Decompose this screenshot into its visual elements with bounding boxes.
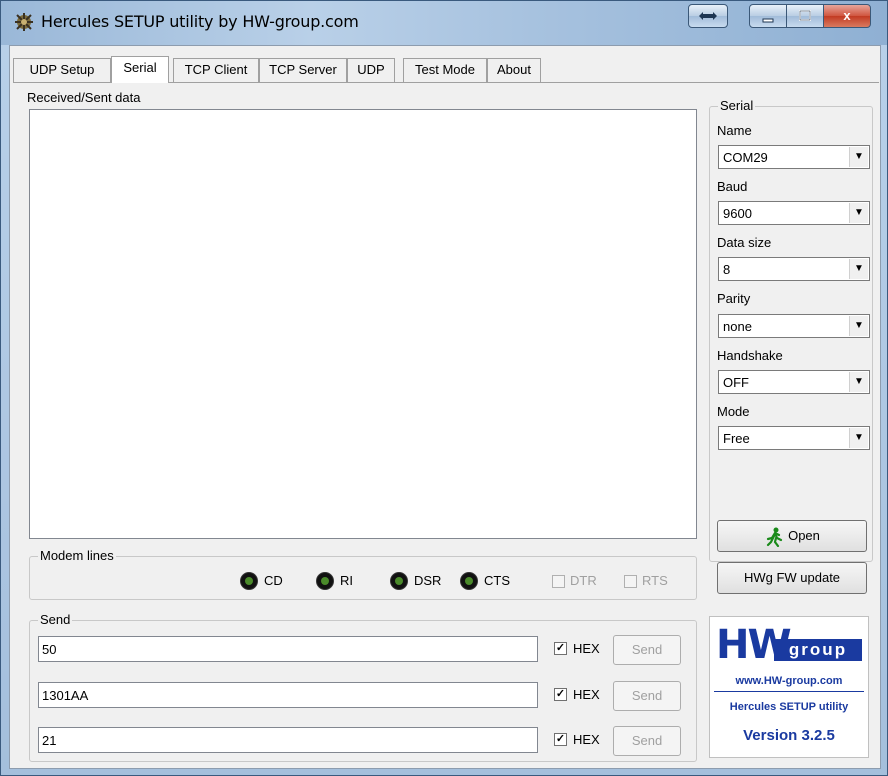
baud-label: Baud — [717, 179, 748, 194]
hex-label: HEX — [573, 641, 600, 656]
send-input-3[interactable]: 21 — [38, 727, 538, 753]
data-size-select[interactable]: 8 ▼ — [718, 257, 870, 281]
send-button-1[interactable]: Send — [613, 635, 681, 665]
minimize-icon — [762, 18, 774, 23]
send-input-1[interactable]: 50 — [38, 636, 538, 662]
swap-window-button[interactable] — [688, 4, 728, 28]
baud-select[interactable]: 9600 ▼ — [718, 201, 870, 225]
modem-lines-label: Modem lines — [38, 548, 116, 563]
modem-lines-groupbox: Modem lines — [29, 548, 697, 600]
tab-tcp-client[interactable]: TCP Client — [173, 58, 259, 82]
send-input-value: 50 — [42, 642, 57, 657]
tab-label: TCP Server — [269, 62, 337, 77]
tab-label: TCP Client — [184, 62, 248, 77]
tab-serial[interactable]: Serial — [111, 56, 169, 83]
open-label: Open — [788, 528, 820, 543]
cts-led-icon — [460, 572, 478, 590]
tab-label: UDP Setup — [29, 62, 95, 77]
chevron-down-icon[interactable]: ▼ — [849, 203, 868, 223]
mode-select[interactable]: Free ▼ — [718, 426, 870, 450]
send-button-3[interactable]: Send — [613, 726, 681, 756]
hercules-app-icon — [15, 13, 33, 31]
check-icon: ✓ — [555, 733, 566, 745]
dsr-label: DSR — [414, 573, 442, 588]
minimize-button[interactable] — [749, 4, 787, 28]
data-size-label: Data size — [717, 235, 772, 250]
tab-label: About — [497, 62, 531, 77]
cd-label: CD — [264, 573, 283, 588]
maximize-icon — [799, 10, 811, 21]
title-bar[interactable]: Hercules SETUP utility by HW-group.com x — [1, 1, 887, 45]
tab-about[interactable]: About — [487, 58, 541, 82]
chevron-down-icon[interactable]: ▼ — [849, 259, 868, 279]
rts-label: RTS — [642, 573, 668, 588]
send-input-2[interactable]: 1301AA — [38, 682, 538, 708]
chevron-down-icon[interactable]: ▼ — [849, 372, 868, 392]
tab-test-mode[interactable]: Test Mode — [403, 58, 487, 82]
received-sent-label: Received/Sent data — [27, 90, 141, 105]
tab-tcp-server[interactable]: TCP Server — [259, 58, 347, 82]
check-icon: ✓ — [555, 642, 566, 654]
tab-label: Serial — [123, 60, 157, 75]
tab-udp[interactable]: UDP — [347, 58, 395, 82]
send-input-value: 1301AA — [42, 688, 89, 703]
logo-url: www.HW-group.com — [735, 675, 843, 687]
double-arrow-icon — [699, 12, 717, 20]
data-size-value: 8 — [723, 262, 731, 277]
close-icon: x — [843, 8, 851, 23]
app-window: Hercules SETUP utility by HW-group.com x… — [0, 0, 888, 776]
send-group-label: Send — [38, 612, 73, 627]
cd-led-icon — [240, 572, 258, 590]
chevron-down-icon[interactable]: ▼ — [849, 147, 868, 167]
maximize-button[interactable] — [786, 4, 824, 28]
dtr-checkbox[interactable] — [552, 575, 565, 588]
handshake-select[interactable]: OFF ▼ — [718, 370, 870, 394]
handshake-label: Handshake — [717, 348, 783, 363]
hex-label: HEX — [573, 687, 600, 702]
mode-value: Free — [723, 431, 750, 446]
tab-label: UDP — [357, 62, 385, 77]
rts-checkbox[interactable] — [624, 575, 637, 588]
send-button-2[interactable]: Send — [613, 681, 681, 711]
hex-checkbox-1[interactable]: ✓ — [554, 642, 567, 655]
dsr-led-icon — [390, 572, 408, 590]
logo-version: Version 3.2.5 — [743, 727, 835, 744]
tab-udp-setup[interactable]: UDP Setup — [13, 58, 111, 82]
parity-value: none — [723, 319, 752, 334]
tab-label: Test Mode — [415, 62, 475, 77]
check-icon: ✓ — [555, 688, 566, 700]
open-button[interactable]: Open — [717, 520, 867, 552]
chevron-down-icon[interactable]: ▼ — [849, 316, 868, 336]
hwg-fw-update-button[interactable]: HWg FW update — [717, 562, 867, 594]
running-man-icon — [766, 527, 783, 547]
send-input-value: 21 — [42, 733, 57, 748]
received-sent-textarea[interactable] — [29, 109, 697, 539]
name-value: COM29 — [723, 150, 768, 165]
logo-divider — [714, 691, 864, 692]
parity-label: Parity — [717, 291, 751, 306]
logo-group: group — [774, 639, 862, 661]
baud-value: 9600 — [723, 206, 752, 221]
ri-led-icon — [316, 572, 334, 590]
serial-group-label: Serial — [718, 98, 756, 113]
close-button[interactable]: x — [823, 4, 871, 28]
hw-group-logo[interactable]: HW group www.HW-group.com Hercules SETUP… — [709, 616, 869, 758]
dtr-label: DTR — [570, 573, 597, 588]
mode-label: Mode — [717, 404, 750, 419]
main-panel: UDP Setup Serial TCP Client TCP Server U… — [9, 45, 881, 769]
name-label: Name — [717, 123, 752, 138]
logo-product: Hercules SETUP utility — [729, 701, 849, 713]
hex-checkbox-2[interactable]: ✓ — [554, 688, 567, 701]
hex-checkbox-3[interactable]: ✓ — [554, 733, 567, 746]
cts-label: CTS — [484, 573, 510, 588]
name-select[interactable]: COM29 ▼ — [718, 145, 870, 169]
hex-label: HEX — [573, 732, 600, 747]
parity-select[interactable]: none ▼ — [718, 314, 870, 338]
window-title: Hercules SETUP utility by HW-group.com — [41, 12, 359, 31]
chevron-down-icon[interactable]: ▼ — [849, 428, 868, 448]
ri-label: RI — [340, 573, 353, 588]
handshake-value: OFF — [723, 375, 749, 390]
